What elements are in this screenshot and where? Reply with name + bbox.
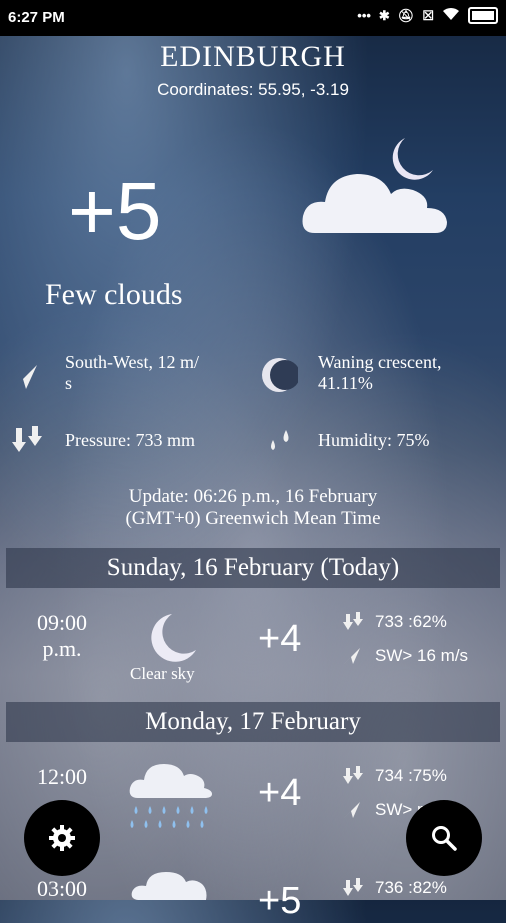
day-header-monday: Monday, 17 February	[6, 702, 500, 742]
forecast-time: 09:00 p.m.	[17, 610, 107, 662]
update-line2: (GMT+0) Greenwich Mean Time	[125, 508, 381, 529]
forecast-temperature: +4	[258, 618, 302, 660]
humidity-text: Humidity: 75%	[318, 430, 430, 450]
forecast-time-line1: 12:00	[36, 764, 88, 789]
moon-icon	[151, 614, 196, 662]
search-icon	[432, 826, 457, 851]
coordinates: Coordinates: 55.95, -3.19	[157, 80, 349, 99]
wind-direction-icon	[344, 648, 360, 664]
status-icons: ••• ✱ 🔕︎ ☒	[357, 7, 498, 24]
forecast-time: 12:00	[17, 764, 107, 790]
no-sim-icon: ☒	[422, 7, 434, 23]
gear-icon	[49, 825, 75, 851]
cloud-moon-icon	[302, 138, 447, 233]
battery-icon	[468, 7, 498, 24]
status-time: 6:27 PM	[8, 9, 65, 26]
forecast-time: 03:00	[17, 876, 107, 902]
rain-cloud-icon	[129, 750, 212, 828]
forecast-temperature: +5	[258, 880, 302, 922]
forecast-time-line1: 09:00	[36, 610, 88, 635]
pressure-icon	[343, 612, 363, 630]
search-button[interactable]	[406, 800, 482, 876]
forecast-time-line1: 03:00	[36, 876, 88, 901]
moon-info: Waning crescent, 41.11%	[318, 352, 442, 394]
mute-icon: 🔕︎	[397, 7, 415, 23]
wind-direction-icon	[344, 802, 360, 818]
more-notifications-icon: •••	[357, 8, 371, 23]
pressure-text: Pressure: 733 mm	[65, 430, 195, 450]
forecast-pressure-humidity: 736 :82%	[375, 878, 447, 897]
humidity-icon	[271, 430, 289, 450]
wind-direction-icon	[13, 365, 37, 389]
bluetooth-icon: ✱	[378, 7, 390, 23]
pressure-icon	[12, 426, 42, 452]
city-name: EDINBURGH	[160, 40, 346, 73]
forecast-pressure-humidity: 733 :62%	[375, 612, 447, 631]
wind-text-line2: s	[65, 373, 73, 393]
moon-text-line1: Waning crescent,	[318, 352, 442, 372]
pressure-icon	[343, 878, 363, 896]
cloud-moon-icon	[131, 860, 207, 900]
current-temperature: +5	[68, 166, 162, 257]
moon-phase-icon	[262, 358, 298, 392]
forecast-condition: Clear sky	[130, 664, 195, 683]
forecast-time-line2: p.m.	[42, 636, 82, 661]
forecast-pressure-humidity: 734 :75%	[375, 766, 447, 785]
current-condition: Few clouds	[45, 278, 183, 311]
moon-text-line2: 41.11%	[318, 373, 373, 393]
wind-text-line1: South-West, 12 m/	[65, 352, 200, 372]
day-header-today: Sunday, 16 February (Today)	[6, 548, 500, 588]
forecast-wind: SW> 16 m/s	[375, 646, 469, 665]
status-bar: 6:27 PM ••• ✱ 🔕︎ ☒	[0, 0, 506, 36]
wifi-icon	[442, 7, 460, 24]
update-line1: Update: 06:26 p.m., 16 February	[128, 486, 378, 507]
settings-button[interactable]	[24, 800, 100, 876]
forecast-temperature: +4	[258, 772, 302, 814]
update-info: Update: 06:26 p.m., 16 February (GMT+0) …	[0, 486, 506, 530]
pressure-icon	[343, 766, 363, 784]
wind-info: South-West, 12 m/ s	[65, 352, 199, 394]
